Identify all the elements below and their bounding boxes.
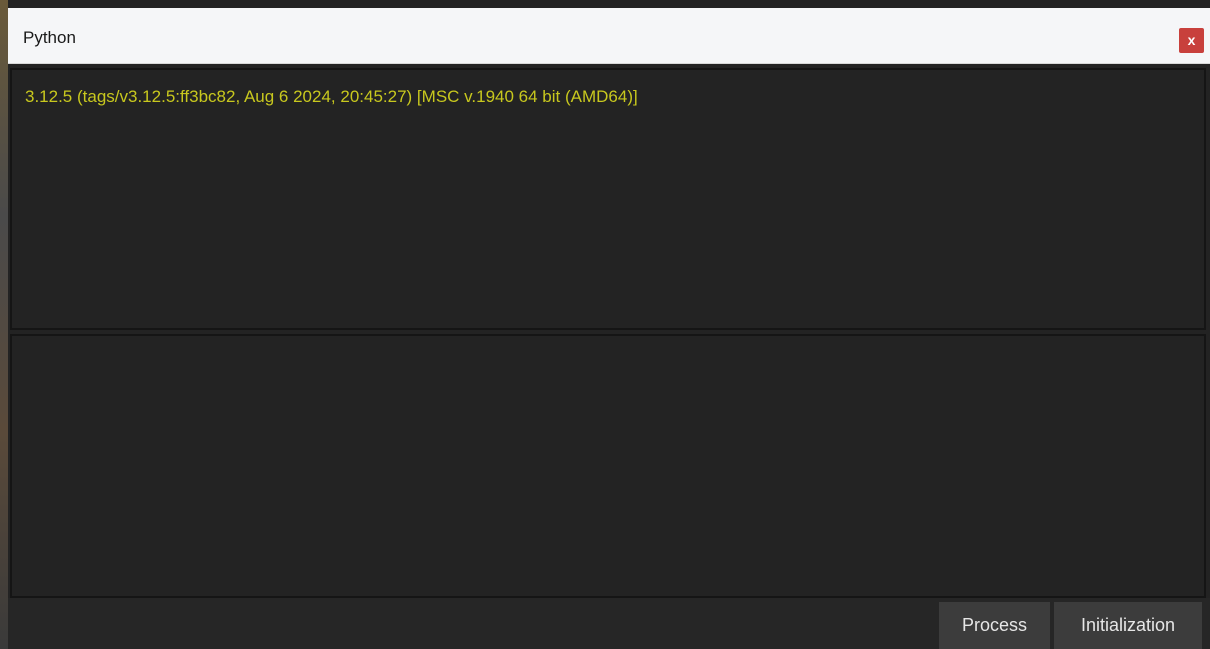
input-pane[interactable] <box>10 334 1206 598</box>
python-console-window: Python x 3.12.5 (tags/v3.12.5:ff3bc82, A… <box>8 0 1210 649</box>
window-title: Python <box>23 28 76 47</box>
output-pane[interactable]: 3.12.5 (tags/v3.12.5:ff3bc82, Aug 6 2024… <box>10 68 1206 330</box>
output-text: 3.12.5 (tags/v3.12.5:ff3bc82, Aug 6 2024… <box>25 87 638 106</box>
process-button[interactable]: Process <box>939 602 1050 649</box>
initialization-button[interactable]: Initialization <box>1054 602 1202 649</box>
title-bar[interactable]: Python x <box>8 8 1210 64</box>
desktop-background-left <box>0 0 8 649</box>
bottom-toolbar: Process Initialization <box>8 598 1210 649</box>
close-button[interactable]: x <box>1179 28 1204 53</box>
